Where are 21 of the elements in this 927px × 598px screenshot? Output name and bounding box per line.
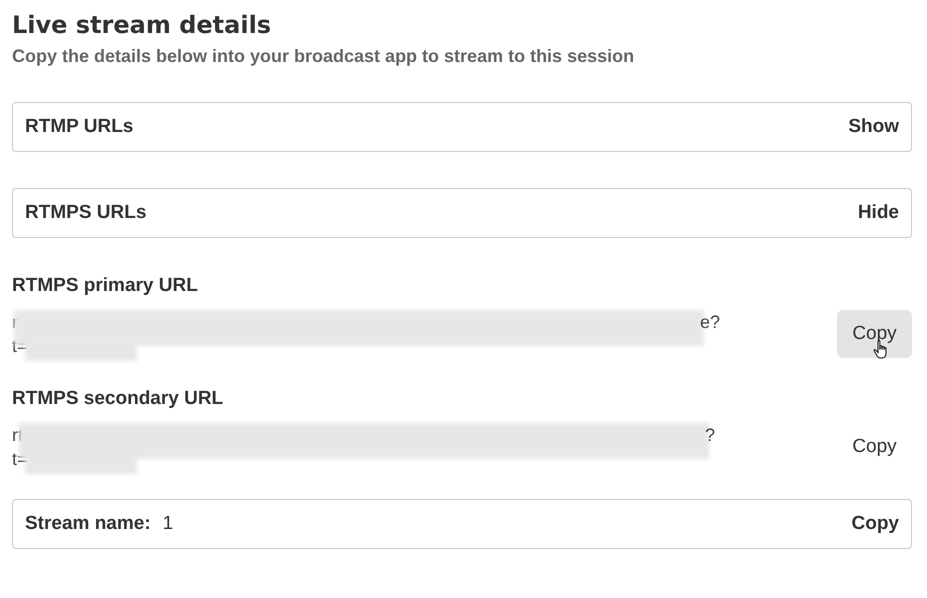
field-label: Stream name: (25, 513, 151, 535)
accordion-label: RTMPS URLs (25, 202, 146, 224)
accordion-header[interactable]: RTMPS URLs Hide (12, 188, 912, 238)
page-subtitle: Copy the details below into your broadcast app to stream to this session (12, 46, 636, 67)
url-text: t= (12, 448, 28, 471)
copy-link[interactable]: Copy (852, 513, 899, 535)
url-text: t= (12, 335, 28, 358)
url-text: e? (700, 311, 720, 334)
toggle-link[interactable]: Show (848, 116, 899, 138)
field-label: RTMPS secondary URL (12, 388, 224, 410)
url-text: r (12, 311, 18, 334)
copy-button[interactable]: Copy (837, 310, 912, 358)
accordion-header[interactable]: RTMP URLs Show (12, 102, 912, 152)
field-value: 1 (162, 513, 174, 535)
toggle-link[interactable]: Hide (858, 202, 899, 224)
page-title: Live stream details (12, 10, 272, 41)
url-text: ? (705, 424, 716, 447)
copy-button[interactable]: Copy (837, 423, 912, 471)
accordion-label: RTMP URLs (25, 116, 134, 138)
field-label: RTMPS primary URL (12, 275, 199, 297)
url-text: rt (12, 424, 23, 447)
